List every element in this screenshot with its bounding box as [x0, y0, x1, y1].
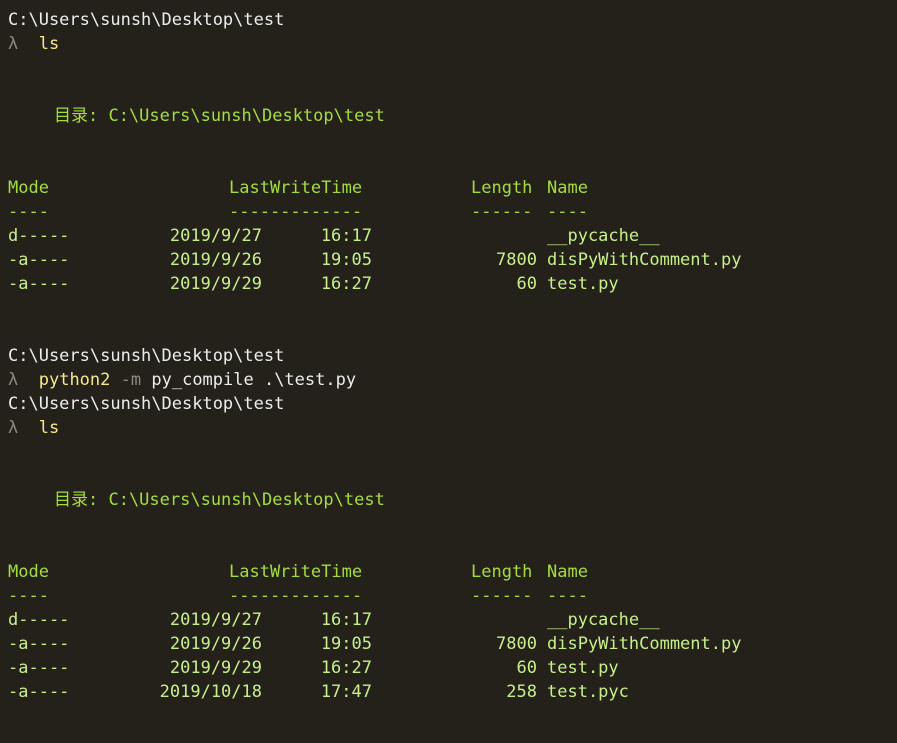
- terminal-window[interactable]: C:\Users\sunsh\Desktop\test λ ls 目录: C:\…: [0, 0, 897, 743]
- background-ghost-text: [20, 80, 39, 118]
- cell-mode: -a----: [8, 250, 70, 270]
- cell-length: 60: [516, 274, 537, 294]
- cell-name: __pycache__: [547, 610, 660, 630]
- cell-date: 2019/10/18: [159, 682, 262, 702]
- command-flag: -m: [120, 370, 142, 390]
- cell-mode: -a----: [8, 658, 70, 678]
- table-row: -a---- 2019/9/29 16:27 60 test.py: [8, 272, 868, 296]
- cell-length: 60: [516, 658, 537, 678]
- cell-time: 19:05: [320, 634, 372, 654]
- header-name: Name: [547, 562, 588, 582]
- prompt-symbol: λ: [8, 370, 19, 390]
- command-args: py_compile .\test.py: [151, 370, 357, 390]
- cell-length: 258: [506, 682, 537, 702]
- cell-date: 2019/9/27: [169, 226, 262, 246]
- cell-name: test.py: [547, 658, 619, 678]
- header-lastwritetime: LastWriteTime: [229, 562, 363, 582]
- cell-name: disPyWithComment.py: [547, 250, 742, 270]
- underline-name: ----: [547, 202, 588, 222]
- header-mode: Mode: [8, 562, 49, 582]
- cell-date: 2019/9/29: [169, 658, 262, 678]
- cell-date: 2019/9/26: [169, 634, 262, 654]
- cell-time: 16:27: [320, 274, 372, 294]
- prompt-symbol: λ: [8, 34, 19, 54]
- table-header-1: Mode LastWriteTime Length Name: [8, 176, 868, 200]
- cell-time: 16:17: [320, 610, 372, 630]
- table-underline-1: ---- ------------- ------ ----: [8, 200, 868, 224]
- command-program: python2: [38, 370, 111, 390]
- underline-mode: ----: [8, 586, 49, 606]
- prompt-symbol: λ: [8, 418, 19, 438]
- table-row: -a---- 2019/9/29 16:27 60 test.py: [8, 656, 868, 680]
- cell-length: 7800: [496, 634, 537, 654]
- cell-name: test.py: [547, 274, 619, 294]
- underline-length: ------: [471, 586, 533, 606]
- underline-length: ------: [471, 202, 533, 222]
- prompt-path-3: C:\Users\sunsh\Desktop\test: [8, 394, 285, 414]
- cell-time: 17:47: [320, 682, 372, 702]
- cell-name: __pycache__: [547, 226, 660, 246]
- header-name: Name: [547, 178, 588, 198]
- header-mode: Mode: [8, 178, 49, 198]
- prompt-path-2: C:\Users\sunsh\Desktop\test: [8, 346, 285, 366]
- prompt-line-2: λ python2 -m py_compile .\test.py: [8, 368, 356, 392]
- cell-mode: -a----: [8, 634, 70, 654]
- header-lastwritetime: LastWriteTime: [229, 178, 363, 198]
- table-row: d----- 2019/9/27 16:17 __pycache__: [8, 608, 868, 632]
- command-ls-1: ls: [38, 34, 60, 54]
- table-row: -a---- 2019/9/26 19:05 7800 disPyWithComment…: [8, 248, 868, 272]
- cell-length: 7800: [496, 250, 537, 270]
- directory-label-1: 目录: C:\Users\sunsh\Desktop\test: [54, 106, 385, 126]
- table-row: -a---- 2019/9/26 19:05 7800 disPyWithComment…: [8, 632, 868, 656]
- prompt-path-1: C:\Users\sunsh\Desktop\test: [8, 10, 285, 30]
- cell-time: 19:05: [320, 250, 372, 270]
- table-header-2: Mode LastWriteTime Length Name: [8, 560, 868, 584]
- table-row: -a---- 2019/10/18 17:47 258 test.pyc: [8, 680, 868, 704]
- table-underline-2: ---- ------------- ------ ----: [8, 584, 868, 608]
- cell-time: 16:27: [320, 658, 372, 678]
- directory-label-2: 目录: C:\Users\sunsh\Desktop\test: [54, 490, 385, 510]
- prompt-line-1: λ ls: [8, 32, 59, 56]
- table-row: d----- 2019/9/27 16:17 __pycache__: [8, 224, 868, 248]
- underline-name: ----: [547, 586, 588, 606]
- prompt-line-3: λ ls: [8, 416, 59, 440]
- cell-date: 2019/9/27: [169, 610, 262, 630]
- cell-mode: d-----: [8, 226, 70, 246]
- cell-mode: -a----: [8, 682, 70, 702]
- header-length: Length: [471, 562, 533, 582]
- underline-lastwritetime: -------------: [229, 586, 363, 606]
- cell-time: 16:17: [320, 226, 372, 246]
- command-ls-2: ls: [38, 418, 60, 438]
- cell-name: disPyWithComment.py: [547, 634, 742, 654]
- cell-mode: -a----: [8, 274, 70, 294]
- cell-name: test.pyc: [547, 682, 629, 702]
- underline-mode: ----: [8, 202, 49, 222]
- underline-lastwritetime: -------------: [229, 202, 363, 222]
- header-length: Length: [471, 178, 533, 198]
- cell-date: 2019/9/26: [169, 250, 262, 270]
- cell-mode: d-----: [8, 610, 70, 630]
- cell-date: 2019/9/29: [169, 274, 262, 294]
